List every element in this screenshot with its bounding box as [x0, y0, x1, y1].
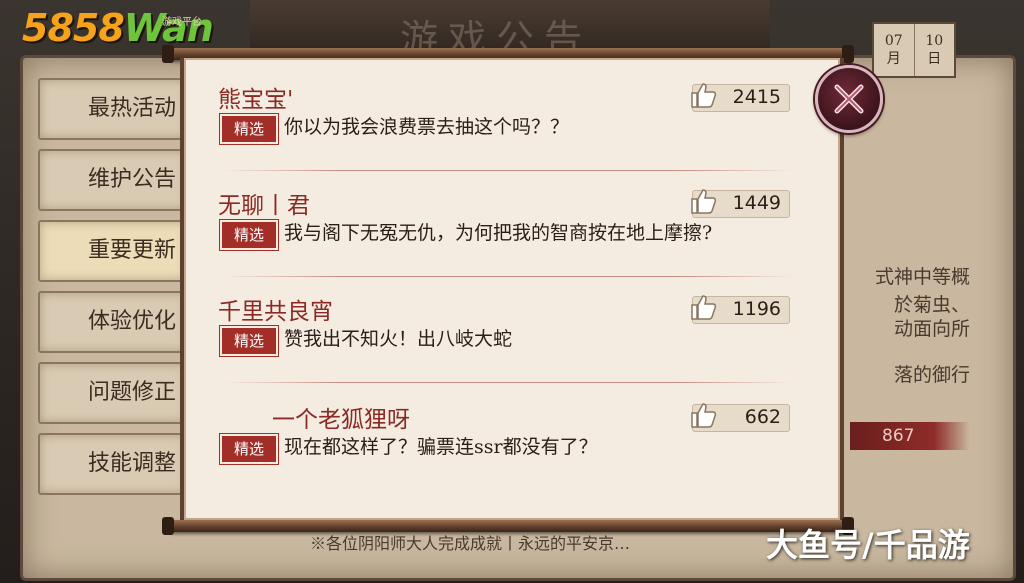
- thumbs-up-icon: [691, 295, 717, 320]
- site-logo-subtitle: 游戏平台: [162, 17, 202, 28]
- notice-body-line: 落的御行: [893, 364, 970, 386]
- comment-author[interactable]: 无聊丨君: [218, 186, 310, 220]
- comment-author[interactable]: 一个老狐狸呀: [272, 400, 410, 434]
- watermark: 大鱼号/千品游: [766, 526, 970, 564]
- date-box: 07 月 10 日: [872, 22, 956, 78]
- featured-tag: 精选: [219, 325, 279, 357]
- comment-entry: 一个老狐狸呀 精选 现在都这样了？骗票连ssr都没有了？ 662: [184, 400, 840, 500]
- menu-item-bug-fix[interactable]: 问题修正: [38, 362, 188, 424]
- comment-author[interactable]: 熊宝宝': [218, 80, 293, 114]
- menu-item-maintenance[interactable]: 维护公告: [38, 149, 188, 211]
- comment-entry: 千里共良宵 精选 赞我出不知火！出八岐大蛇 1196: [184, 292, 840, 392]
- like-count: 1449: [732, 192, 781, 214]
- menu-item-hot-events[interactable]: 最热活动: [38, 78, 188, 140]
- menu-item-important-update[interactable]: 重要更新: [38, 220, 188, 282]
- comment-text: 我与阁下无冤无仇，为何把我的智商按在地上摩擦?: [284, 222, 713, 244]
- like-button[interactable]: 1449: [691, 189, 790, 218]
- comment-author[interactable]: 千里共良宵: [218, 292, 333, 326]
- like-button[interactable]: 662: [691, 403, 790, 432]
- thumbs-up-icon: [691, 189, 717, 214]
- like-count: 662: [744, 406, 781, 428]
- notice-category-menu: 最热活动 维护公告 重要更新 体验优化 问题修正 技能调整: [38, 78, 188, 504]
- divider: [224, 382, 794, 383]
- like-count: 1196: [732, 298, 781, 320]
- notice-body-line: 於菊虫、: [893, 294, 970, 316]
- like-button[interactable]: 1196: [691, 295, 790, 324]
- notice-count-badge: 867: [850, 422, 970, 450]
- like-button[interactable]: 2415: [691, 83, 790, 112]
- divider: [224, 276, 794, 277]
- notice-body-line: 式神中等概: [874, 266, 970, 288]
- featured-tag: 精选: [219, 433, 279, 465]
- like-count: 2415: [732, 86, 781, 108]
- featured-tag: 精选: [219, 219, 279, 251]
- notice-body-line: 动面向所: [893, 318, 970, 340]
- comment-entry: 熊宝宝' 精选 你以为我会浪费票去抽这个吗？？ 2415: [184, 80, 840, 180]
- comment-text: 你以为我会浪费票去抽这个吗？？: [284, 116, 570, 138]
- comment-scroll[interactable]: 熊宝宝' 精选 你以为我会浪费票去抽这个吗？？ 2415 无聊丨君 精选 我与阁…: [180, 58, 844, 520]
- close-x-icon: [834, 84, 864, 114]
- notice-bottom-text: ※各位阴阳师大人完成成就丨永远的平安京…: [310, 534, 631, 553]
- close-button[interactable]: [815, 65, 883, 133]
- comment-text: 现在都这样了？骗票连ssr都没有了？: [284, 436, 598, 458]
- scroll-bottom-rod: [162, 517, 854, 535]
- menu-item-experience[interactable]: 体验优化: [38, 291, 188, 353]
- thumbs-up-icon: [691, 403, 717, 428]
- divider: [224, 170, 794, 171]
- comment-text: 赞我出不知火！出八岐大蛇: [284, 328, 513, 350]
- comment-entry: 无聊丨君 精选 我与阁下无冤无仇，为何把我的智商按在地上摩擦? 1449: [184, 186, 840, 286]
- thumbs-up-icon: [691, 83, 717, 108]
- featured-tag: 精选: [219, 113, 279, 145]
- menu-item-skill-adjust[interactable]: 技能调整: [38, 433, 188, 495]
